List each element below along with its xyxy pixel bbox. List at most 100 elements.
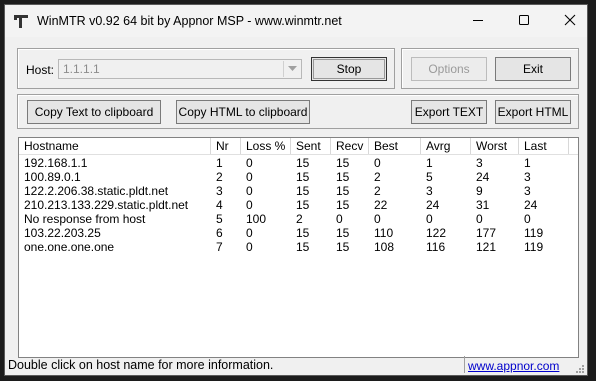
column-header-loss[interactable]: Loss % xyxy=(241,138,291,154)
cell-best: 22 xyxy=(374,198,388,212)
cell-hostname: 210.213.133.229.static.pldt.net xyxy=(24,198,189,212)
host-combobox[interactable] xyxy=(58,59,302,79)
exit-button[interactable]: Exit xyxy=(495,57,571,81)
copy-html-button[interactable]: Copy HTML to clipboard xyxy=(176,100,310,124)
cell-last: 1 xyxy=(524,156,531,170)
table-row[interactable]: 100.89.0.1 2 0 15 15 2 5 24 3 xyxy=(19,170,578,184)
table-row[interactable]: 210.213.133.229.static.pldt.net 4 0 15 15 22 2… xyxy=(19,198,578,212)
cell-nr: 7 xyxy=(216,240,223,254)
cell-avrg: 5 xyxy=(426,170,433,184)
results-table[interactable]: Hostname Nr Loss % Sent Recv Best Avrg W… xyxy=(18,137,579,358)
cell-last: 119 xyxy=(524,226,544,240)
cell-loss: 0 xyxy=(246,240,253,254)
cell-nr: 4 xyxy=(216,198,223,212)
title-bar[interactable]: WinMTR v0.92 64 bit by Appnor MSP - www.… xyxy=(5,5,587,37)
cell-hostname: 100.89.0.1 xyxy=(24,170,81,184)
column-header-recv[interactable]: Recv xyxy=(331,138,369,154)
host-label: Host: xyxy=(26,63,55,77)
options-button[interactable]: Options xyxy=(411,57,487,81)
stop-button[interactable]: Stop xyxy=(311,57,387,81)
column-header-best[interactable]: Best xyxy=(369,138,421,154)
winmtr-window: WinMTR v0.92 64 bit by Appnor MSP - www.… xyxy=(4,4,588,376)
column-header-avrg[interactable]: Avrg xyxy=(421,138,471,154)
cell-loss: 0 xyxy=(246,156,253,170)
cell-worst: 121 xyxy=(476,240,497,254)
minimize-icon xyxy=(472,14,484,29)
close-icon xyxy=(564,14,576,29)
cell-last: 24 xyxy=(524,198,538,212)
maximize-icon xyxy=(518,14,530,29)
column-header-worst[interactable]: Worst xyxy=(471,138,519,154)
cell-recv: 15 xyxy=(336,240,350,254)
cell-sent: 2 xyxy=(296,212,303,226)
cell-hostname: No response from host xyxy=(24,212,146,226)
table-row[interactable]: 192.168.1.1 1 0 15 15 0 1 3 1 xyxy=(19,156,578,170)
appnor-link[interactable]: www.appnor.com xyxy=(468,359,559,373)
cell-sent: 15 xyxy=(296,226,310,240)
pickaxe-icon xyxy=(13,13,29,29)
cell-best: 2 xyxy=(374,184,381,198)
cell-avrg: 24 xyxy=(426,198,440,212)
cell-best: 108 xyxy=(374,240,395,254)
cell-avrg: 0 xyxy=(426,212,433,226)
cell-recv: 15 xyxy=(336,226,350,240)
cell-sent: 15 xyxy=(296,170,310,184)
cell-last: 119 xyxy=(524,240,544,254)
cell-last: 3 xyxy=(524,184,531,198)
cell-sent: 15 xyxy=(296,240,310,254)
cell-worst: 31 xyxy=(476,198,490,212)
cell-loss: 0 xyxy=(246,198,253,212)
export-html-button[interactable]: Export HTML xyxy=(495,100,571,124)
cell-recv: 15 xyxy=(336,184,350,198)
cell-hostname: one.one.one.one xyxy=(24,240,115,254)
cell-nr: 5 xyxy=(216,212,223,226)
cell-hostname: 103.22.203.25 xyxy=(24,226,101,240)
table-row[interactable]: one.one.one.one 7 0 15 15 108 116 121 119 xyxy=(19,240,578,254)
status-bar: Double click on host name for more infor… xyxy=(5,355,587,375)
cell-recv: 15 xyxy=(336,198,350,212)
copy-text-button[interactable]: Copy Text to clipboard xyxy=(27,100,161,124)
cell-last: 3 xyxy=(524,170,531,184)
export-text-button[interactable]: Export TEXT xyxy=(411,100,487,124)
column-header-nr[interactable]: Nr xyxy=(211,138,241,154)
cell-last: 0 xyxy=(524,212,531,226)
cell-best: 0 xyxy=(374,156,381,170)
cell-sent: 15 xyxy=(296,198,310,212)
cell-best: 2 xyxy=(374,170,381,184)
cell-nr: 2 xyxy=(216,170,223,184)
column-header-last[interactable]: Last xyxy=(519,138,569,154)
column-header-hostname[interactable]: Hostname xyxy=(19,138,211,154)
status-divider xyxy=(464,356,465,373)
cell-sent: 15 xyxy=(296,156,310,170)
maximize-button[interactable] xyxy=(501,5,547,37)
cell-best: 0 xyxy=(374,212,381,226)
cell-nr: 3 xyxy=(216,184,223,198)
cell-best: 110 xyxy=(374,226,394,240)
cell-loss: 0 xyxy=(246,184,253,198)
cell-recv: 15 xyxy=(336,170,350,184)
cell-hostname: 122.2.206.38.static.pldt.net xyxy=(24,184,169,198)
column-header-sent[interactable]: Sent xyxy=(291,138,331,154)
cell-worst: 9 xyxy=(476,184,483,198)
table-row[interactable]: No response from host 5 100 2 0 0 0 0 0 xyxy=(19,212,578,226)
chevron-down-icon[interactable] xyxy=(283,61,300,77)
cell-recv: 15 xyxy=(336,156,350,170)
status-message: Double click on host name for more infor… xyxy=(8,358,274,372)
cell-worst: 0 xyxy=(476,212,483,226)
resize-grip-icon[interactable] xyxy=(575,363,585,373)
window-title: WinMTR v0.92 64 bit by Appnor MSP - www.… xyxy=(37,14,342,28)
cell-loss: 0 xyxy=(246,170,253,184)
host-input[interactable] xyxy=(61,61,285,77)
cell-worst: 24 xyxy=(476,170,490,184)
cell-loss: 100 xyxy=(246,212,267,226)
cell-avrg: 122 xyxy=(426,226,447,240)
cell-hostname: 192.168.1.1 xyxy=(24,156,88,170)
minimize-button[interactable] xyxy=(455,5,501,37)
cell-avrg: 1 xyxy=(426,156,433,170)
table-row[interactable]: 122.2.206.38.static.pldt.net 3 0 15 15 2 3 9 3 xyxy=(19,184,578,198)
cell-worst: 177 xyxy=(476,226,497,240)
cell-loss: 0 xyxy=(246,226,253,240)
table-row[interactable]: 103.22.203.25 6 0 15 15 110 122 177 119 xyxy=(19,226,578,240)
close-button[interactable] xyxy=(547,5,593,37)
table-header: Hostname Nr Loss % Sent Recv Best Avrg W… xyxy=(19,138,578,155)
